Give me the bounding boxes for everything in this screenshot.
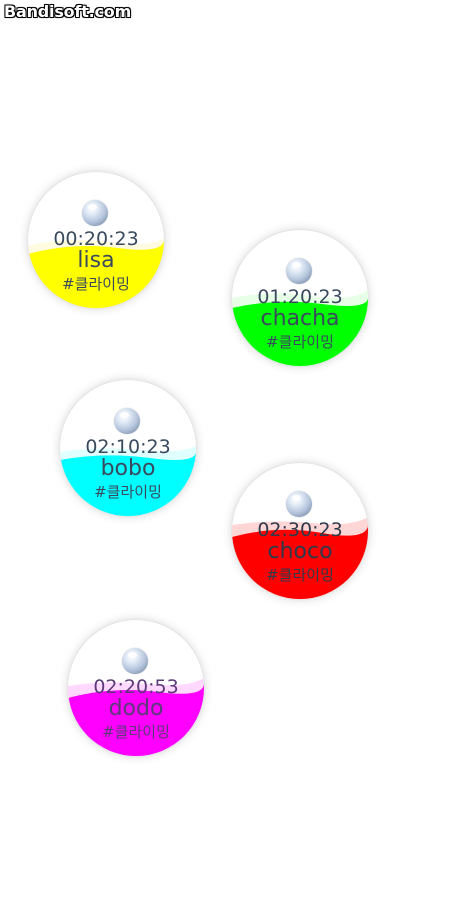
hashtag: #클라이밍: [266, 566, 334, 584]
user-name: choco: [267, 539, 333, 564]
user-name: bobo: [100, 456, 156, 481]
orb-icon: [122, 648, 148, 674]
elapsed-time: 02:20:53: [93, 676, 179, 698]
elapsed-time: 02:10:23: [85, 436, 171, 458]
elapsed-time: 01:20:23: [257, 286, 343, 308]
orb-icon: [114, 408, 140, 434]
user-name: lisa: [77, 248, 115, 273]
user-name: chacha: [260, 306, 340, 331]
timer-bubble-lisa[interactable]: 00:20:23 lisa #클라이밍: [28, 172, 164, 308]
elapsed-time: 00:20:23: [53, 228, 139, 250]
hashtag: #클라이밍: [62, 275, 130, 293]
hashtag: #클라이밍: [266, 333, 334, 351]
user-name: dodo: [108, 696, 164, 721]
bandisoft-watermark: Bandisoft.com: [4, 2, 132, 21]
hashtag: #클라이밍: [102, 723, 170, 741]
timer-bubble-dodo[interactable]: 02:20:53 dodo #클라이밍: [68, 620, 204, 756]
timer-bubble-bobo[interactable]: 02:10:23 bobo #클라이밍: [60, 380, 196, 516]
orb-icon: [286, 258, 312, 284]
hashtag: #클라이밍: [94, 483, 162, 501]
timer-bubble-chacha[interactable]: 01:20:23 chacha #클라이밍: [232, 230, 368, 366]
orb-icon: [286, 491, 312, 517]
orb-icon: [82, 200, 108, 226]
elapsed-time: 02:30:23: [257, 519, 343, 541]
timer-bubble-choco[interactable]: 02:30:23 choco #클라이밍: [232, 463, 368, 599]
